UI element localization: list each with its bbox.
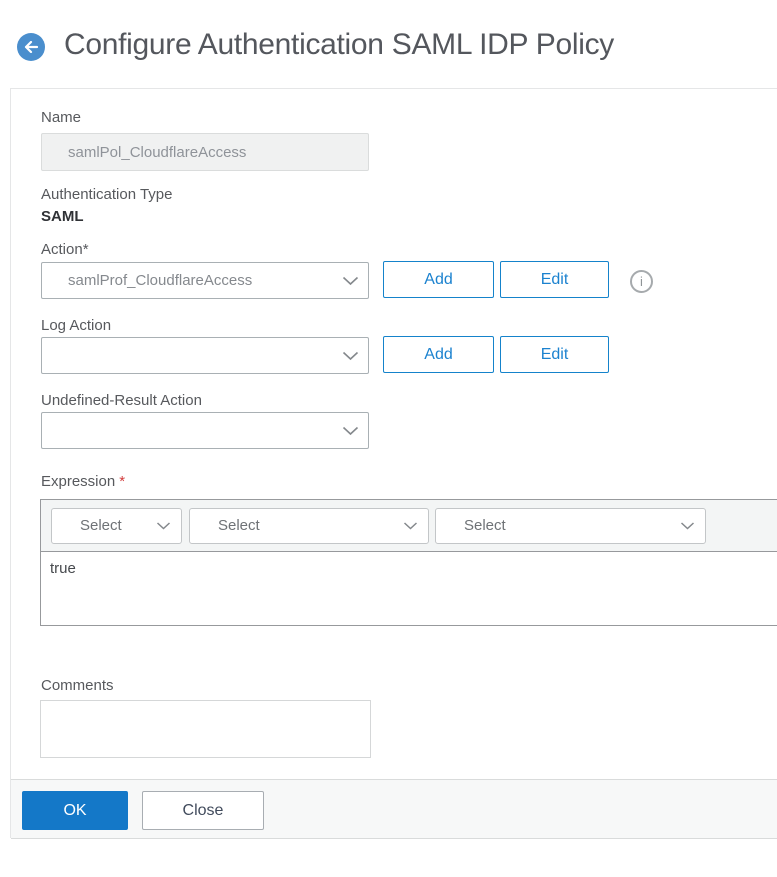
expression-select-1-value: Select (80, 517, 122, 534)
log-action-add-button[interactable]: Add (383, 336, 494, 373)
form-panel: Name Authentication Type SAML Action* sa… (10, 88, 777, 839)
authentication-type-value: SAML (41, 208, 84, 225)
expression-select-3[interactable]: Select (435, 508, 706, 544)
chevron-down-icon (342, 276, 359, 286)
expression-input[interactable]: true (41, 553, 777, 625)
chevron-down-icon (156, 522, 171, 531)
log-action-edit-button[interactable]: Edit (500, 336, 609, 373)
expression-select-2[interactable]: Select (189, 508, 429, 544)
name-input[interactable] (41, 133, 369, 171)
ok-button[interactable]: OK (22, 791, 128, 830)
page-title: Configure Authentication SAML IDP Policy (64, 28, 614, 61)
footer-bar: OK Close (11, 779, 777, 839)
action-label: Action* (41, 241, 89, 258)
required-asterisk: * (119, 473, 126, 490)
expression-select-2-value: Select (218, 517, 260, 534)
expression-select-3-value: Select (464, 517, 506, 534)
authentication-type-label: Authentication Type (41, 186, 173, 203)
expression-toolbar: Select Select Select (41, 500, 777, 552)
arrow-left-icon (24, 40, 39, 54)
undefined-result-action-dropdown[interactable] (41, 412, 369, 449)
comments-label: Comments (41, 677, 114, 694)
action-add-button[interactable]: Add (383, 261, 494, 298)
action-edit-button[interactable]: Edit (500, 261, 609, 298)
chevron-down-icon (342, 351, 359, 361)
name-label: Name (41, 109, 82, 126)
log-action-dropdown[interactable] (41, 337, 369, 374)
action-dropdown[interactable]: samlProf_CloudflareAccess (41, 262, 369, 299)
action-dropdown-value: samlProf_CloudflareAccess (68, 272, 253, 289)
expression-label: Expression * (41, 473, 126, 490)
expression-editor: Select Select Select true (40, 499, 777, 626)
undefined-result-action-label: Undefined-Result Action (41, 392, 202, 409)
comments-input[interactable] (40, 700, 371, 758)
chevron-down-icon (403, 522, 418, 531)
log-action-label: Log Action (41, 317, 112, 334)
back-button[interactable] (17, 33, 45, 61)
close-button[interactable]: Close (142, 791, 264, 830)
info-icon[interactable]: i (630, 270, 653, 293)
chevron-down-icon (680, 522, 695, 531)
expression-select-1[interactable]: Select (51, 508, 182, 544)
chevron-down-icon (342, 426, 359, 436)
